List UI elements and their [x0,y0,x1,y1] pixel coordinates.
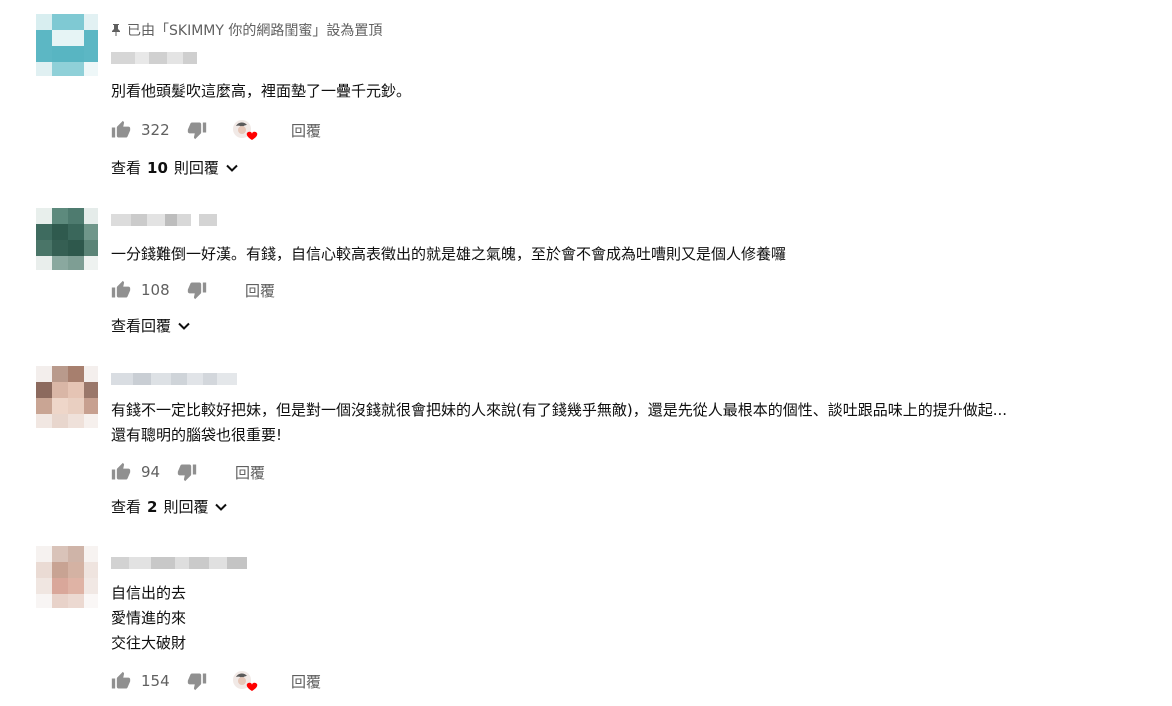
comment-actions: 108 回覆 [111,278,275,302]
thumbs-up-icon[interactable] [111,671,131,691]
pinned-label: 已由「SKIMMY 你的網路閨蜜」設為置頂 [127,23,383,39]
author-name-blurred[interactable] [111,214,217,228]
pinned-badge: 已由「SKIMMY 你的網路閨蜜」設為置頂 [111,20,382,40]
avatar[interactable] [36,366,98,428]
comment-text-line: 有錢不一定比較好把妹，但是對一個沒錢就很會把妹的人來說(有了錢幾乎無敵)，還是先… [111,401,1008,419]
view-replies-suffix: 則回覆 [163,498,209,516]
comment-text-line: 一分錢難倒一好漢。有錢，自信心較高表徵出的就是雄之氣魄，至於會不會成為吐嘈則又是… [111,245,787,263]
creator-heart-badge [231,118,259,142]
view-replies-prefix: 查看回覆 [111,317,172,335]
thumbs-down-icon[interactable] [187,280,207,300]
comment-actions: 322 回覆 [111,118,321,142]
reply-button[interactable]: 回覆 [235,462,265,483]
comment-actions: 94 回覆 [111,460,265,484]
thumbs-up-icon[interactable] [111,280,131,300]
like-count: 322 [141,121,170,139]
view-replies-count: 2 [147,497,158,516]
comment-text: 別看他頭髮吹這麼高，裡面墊了一疊千元鈔。 [111,79,411,104]
comment-actions: 154 回覆 [111,669,321,693]
author-name-blurred[interactable] [111,52,197,66]
reply-button[interactable]: 回覆 [291,120,321,141]
avatar[interactable] [36,546,98,608]
pin-icon [111,23,121,37]
thumbs-up-icon[interactable] [111,462,131,482]
comment-text-line: 自信出的去 [111,584,187,602]
like-count: 108 [141,281,170,299]
comment-text-line: 愛情進的來 [111,609,187,627]
chevron-down-icon [177,319,191,333]
view-replies-count: 10 [147,158,168,177]
view-replies-button[interactable]: 查看 2 則回覆 [111,496,228,517]
thumbs-down-icon[interactable] [177,462,197,482]
view-replies-prefix: 查看 [111,498,142,516]
view-replies-prefix: 查看 [111,159,142,177]
reply-button[interactable]: 回覆 [291,671,321,692]
comment-text: 有錢不一定比較好把妹，但是對一個沒錢就很會把妹的人來說(有了錢幾乎無敵)，還是先… [111,398,1007,448]
view-replies-button[interactable]: 查看回覆 [111,315,191,336]
comment-text: 一分錢難倒一好漢。有錢，自信心較高表徵出的就是雄之氣魄，至於會不會成為吐嘈則又是… [111,242,786,267]
view-replies-suffix: 則回覆 [173,159,219,177]
chevron-down-icon [225,161,239,175]
comment-text-line: 還有聰明的腦袋也很重要! [111,426,283,444]
avatar[interactable] [36,208,98,270]
thumbs-down-icon[interactable] [187,671,207,691]
thumbs-up-icon[interactable] [111,120,131,140]
thumbs-down-icon[interactable] [187,120,207,140]
comment-text: 自信出的去 愛情進的來 交往大破財 [111,581,186,656]
chevron-down-icon [214,500,228,514]
avatar[interactable] [36,14,98,76]
reply-button[interactable]: 回覆 [245,280,275,301]
view-replies-button[interactable]: 查看 10 則回覆 [111,157,239,178]
like-count: 154 [141,672,170,690]
creator-heart-badge [231,669,259,693]
like-count: 94 [141,463,161,481]
comment-text-line: 別看他頭髮吹這麼高，裡面墊了一疊千元鈔。 [111,82,412,100]
author-name-blurred[interactable] [111,557,247,571]
author-name-blurred[interactable] [111,373,237,387]
comment-text-line: 交往大破財 [111,634,187,652]
